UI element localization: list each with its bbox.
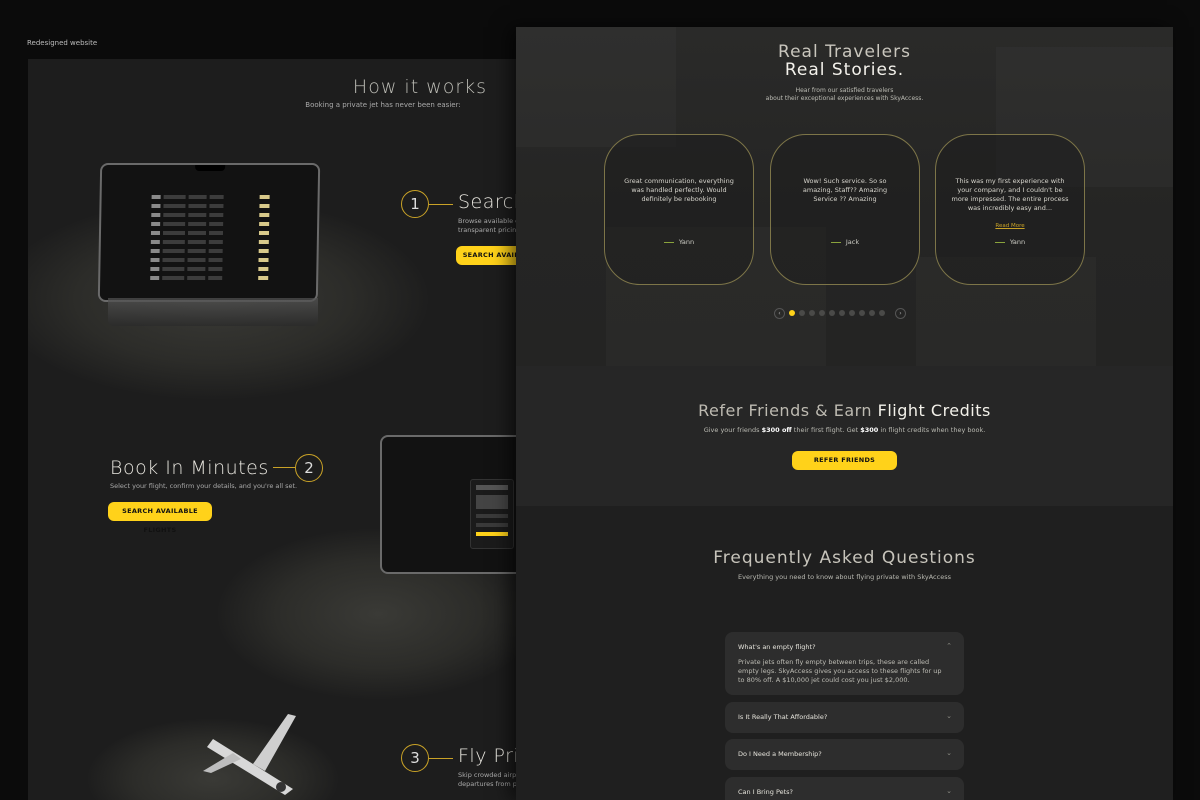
list-item — [150, 249, 269, 255]
list-item — [150, 231, 270, 237]
refer-title-bold: Flight Credits — [877, 401, 991, 420]
refer-title-plain: Refer Friends & Earn — [698, 401, 878, 420]
faq-question: Can I Bring Pets? — [738, 788, 794, 796]
list-item — [151, 204, 270, 210]
list-item — [150, 258, 269, 264]
carousel-dot[interactable] — [839, 310, 845, 316]
refer-title: Refer Friends & Earn Flight Credits — [516, 401, 1173, 420]
carousel-dot[interactable] — [829, 310, 835, 316]
faq-item-expanded[interactable]: What's an empty flight? ⌃ Private jets o… — [725, 632, 964, 695]
carousel-dot[interactable] — [819, 310, 825, 316]
how-it-works-subtitle: Booking a private jet has never been eas… — [305, 101, 461, 109]
chevron-down-icon: ⌄ — [946, 787, 952, 795]
testimonial-card: Wow! Such service. So so amazing, Staff?… — [770, 134, 920, 285]
testimonials-subtitle-line1: Hear from our satisfied travelers — [795, 87, 894, 94]
list-item — [150, 267, 269, 273]
step-2-desc: Select your flight, confirm your details… — [110, 482, 298, 490]
refer-desc-part: in flight credits when they book. — [878, 426, 986, 434]
author-name: Jack — [845, 238, 860, 246]
booking-form-panel — [470, 479, 514, 549]
chevron-up-icon: ⌃ — [946, 642, 952, 650]
carousel-next-icon[interactable]: › — [895, 307, 906, 319]
page-caption: Redesigned website — [27, 39, 98, 47]
refer-desc-part: their first flight. Get — [791, 426, 861, 434]
read-more-link[interactable]: Read More — [936, 223, 1084, 229]
faq-title: Frequently Asked Questions — [713, 548, 976, 568]
laptop-base — [108, 298, 318, 326]
step-2-number: 2 — [295, 454, 323, 482]
author-name: Yann — [1009, 238, 1026, 246]
testimonial-card: This was my first experience with your c… — [935, 134, 1085, 285]
search-flights-button-1[interactable]: SEARCH AVAILAB — [456, 246, 516, 265]
search-flights-button-2[interactable]: SEARCH AVAILABLE FLIGHTS — [108, 502, 212, 534]
step-2-title: Book In Minutes — [110, 457, 269, 479]
website-panel: Real Travelers Real Stories. Hear from o… — [516, 27, 1173, 800]
faq-item[interactable]: Is It Really That Affordable? ⌄ — [725, 702, 964, 733]
testimonial-author: Yann — [605, 238, 753, 246]
refer-desc-amount: $300 — [860, 426, 879, 434]
jet-icon — [203, 714, 296, 795]
step-1-line — [429, 204, 453, 205]
how-it-works-title: How it works — [352, 76, 488, 98]
step-3-line — [429, 758, 453, 759]
testimonials-title-line1: Real Travelers — [778, 42, 911, 62]
faq-item[interactable]: Can I Bring Pets? ⌄ — [725, 777, 964, 800]
testimonials-subtitle: Hear from our satisfied travelers about … — [516, 87, 1173, 103]
author-name: Yann — [678, 238, 695, 246]
refer-desc-part: Give your friends — [703, 426, 762, 434]
how-it-works-panel: How it works Booking a private jet has n… — [28, 59, 516, 800]
refer-friends-button[interactable]: REFER FRIENDS — [792, 451, 897, 470]
step-1-number: 1 — [401, 190, 429, 218]
carousel-dot[interactable] — [799, 310, 805, 316]
list-item — [151, 222, 270, 228]
faq-item[interactable]: Do I Need a Membership? ⌄ — [725, 739, 964, 770]
testimonials-title-line2: Real Stories. — [784, 60, 905, 80]
step-1-title: Search — [458, 191, 516, 213]
faq-subtitle: Everything you need to know about flying… — [738, 573, 951, 581]
step-3-desc-line1: Skip crowded airpo — [458, 771, 516, 779]
refer-section: Refer Friends & Earn Flight Credits Give… — [516, 366, 1173, 506]
laptop-notch — [195, 165, 226, 171]
carousel-controls: ‹ › — [774, 307, 906, 319]
testimonials-subtitle-line2: about their exceptional experiences with… — [765, 95, 924, 102]
step-1-desc-line1: Browse available em — [458, 217, 516, 225]
laptop-screenshot-search — [97, 163, 321, 302]
step-3-title: Fly Pri — [458, 745, 516, 767]
refer-desc-amount: $300 off — [761, 426, 792, 434]
chevron-down-icon: ⌄ — [946, 749, 952, 757]
faq-answer: Private jets often fly empty between tri… — [738, 658, 942, 684]
step-2-line — [273, 467, 295, 468]
testimonial-quote: This was my first experience with your c… — [951, 177, 1069, 212]
faq-question: Do I Need a Membership? — [738, 750, 822, 758]
chevron-down-icon: ⌄ — [946, 712, 952, 720]
testimonial-author: Yann — [936, 238, 1084, 246]
testimonial-quote: Wow! Such service. So so amazing, Staff?… — [802, 177, 888, 203]
testimonial-quote: Great communication, everything was hand… — [624, 177, 734, 203]
list-item — [151, 213, 270, 219]
faq-section: Frequently Asked Questions Everything yo… — [516, 506, 1173, 800]
carousel-dot[interactable] — [849, 310, 855, 316]
testimonials-section: Real Travelers Real Stories. Hear from o… — [516, 27, 1173, 366]
refer-description: Give your friends $300 off their first f… — [516, 426, 1173, 434]
faq-question: Is It Really That Affordable? — [738, 713, 828, 721]
faq-question: What's an empty flight? — [738, 643, 816, 651]
list-item — [150, 276, 269, 282]
carousel-dot[interactable] — [879, 310, 885, 316]
carousel-prev-icon[interactable]: ‹ — [774, 307, 785, 319]
list-item — [150, 240, 269, 246]
list-item — [151, 195, 270, 201]
laptop-screenshot-booking — [380, 435, 516, 574]
testimonial-author: Jack — [771, 238, 919, 246]
carousel-dot[interactable] — [859, 310, 865, 316]
testimonial-card: Great communication, everything was hand… — [604, 134, 754, 285]
step-3-number: 3 — [401, 744, 429, 772]
carousel-dot[interactable] — [809, 310, 815, 316]
carousel-dot[interactable] — [869, 310, 875, 316]
step-1-desc-line2: transparent pricing — [458, 226, 516, 234]
carousel-dot[interactable] — [789, 310, 795, 316]
step-3-desc-line2: departures from pr — [458, 780, 516, 788]
flight-results-list — [150, 195, 270, 285]
